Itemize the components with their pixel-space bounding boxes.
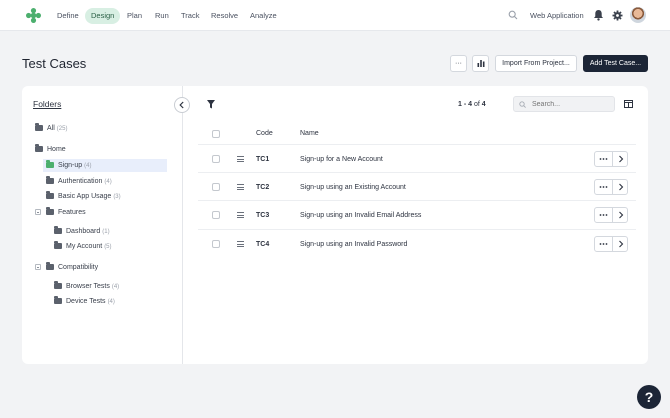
nav-define[interactable]: Define	[51, 8, 85, 24]
folder-icon	[46, 176, 54, 184]
test-case-code[interactable]: TC2	[256, 184, 269, 191]
drag-handle-icon[interactable]	[237, 241, 244, 247]
folder-icon	[54, 241, 62, 249]
folder-icon	[35, 123, 43, 131]
columns-icon[interactable]	[624, 100, 633, 108]
search-icon	[519, 101, 526, 108]
row-checkbox[interactable]	[212, 155, 220, 163]
search-input[interactable]	[513, 96, 615, 112]
folder-home[interactable]: Home	[35, 143, 66, 156]
folder-icon	[54, 226, 62, 234]
chevron-right-icon[interactable]	[613, 180, 629, 194]
row-checkbox[interactable]	[212, 240, 220, 248]
chevron-right-icon[interactable]	[613, 237, 629, 251]
help-button[interactable]: ?	[637, 385, 661, 409]
column-header-code[interactable]: Code	[256, 130, 273, 137]
folder-all[interactable]: All (25)	[35, 122, 67, 135]
project-selector[interactable]: Web Application	[530, 11, 584, 20]
row-checkbox[interactable]	[212, 183, 220, 191]
test-case-code[interactable]: TC4	[256, 241, 269, 248]
test-case-code[interactable]: TC3	[256, 212, 269, 219]
collapse-features-toggle[interactable]	[35, 209, 41, 215]
test-case-code[interactable]: TC1	[256, 156, 269, 163]
test-case-name[interactable]: Sign-up for a New Account	[300, 156, 383, 163]
folder-browser-tests[interactable]: Browser Tests (4)	[54, 280, 119, 293]
import-from-project-button[interactable]: Import From Project...	[495, 55, 577, 72]
folder-features[interactable]: Features	[46, 206, 86, 219]
filter-icon[interactable]	[207, 100, 215, 109]
more-options-icon[interactable]	[595, 152, 612, 166]
search-icon[interactable]	[508, 10, 518, 20]
folder-icon	[54, 281, 62, 289]
app-logo-icon[interactable]	[26, 8, 41, 23]
bell-icon[interactable]	[593, 9, 604, 21]
pane-divider[interactable]	[182, 86, 183, 364]
nav-run[interactable]: Run	[149, 8, 175, 24]
row-actions	[594, 151, 628, 167]
select-all-checkbox[interactable]	[212, 130, 220, 138]
drag-handle-icon[interactable]	[237, 184, 244, 190]
row-checkbox[interactable]	[212, 211, 220, 219]
chevron-right-icon[interactable]	[613, 152, 629, 166]
drag-handle-icon[interactable]	[237, 212, 244, 218]
reports-button[interactable]	[472, 55, 489, 72]
folder-device-tests[interactable]: Device Tests (4)	[54, 295, 115, 308]
folder-authentication[interactable]: Authentication (4)	[46, 175, 112, 188]
avatar[interactable]	[630, 7, 646, 23]
pagination-label: 1 - 4 of 4	[458, 101, 486, 108]
nav-design[interactable]: Design	[85, 8, 121, 24]
more-options-icon[interactable]	[595, 208, 612, 222]
more-options-icon[interactable]	[595, 180, 612, 194]
folder-icon	[46, 160, 54, 168]
row-divider	[198, 200, 636, 201]
collapse-compatibility-toggle[interactable]	[35, 264, 41, 270]
folders-title[interactable]: Folders	[33, 99, 61, 109]
nav-resolve[interactable]: Resolve	[205, 8, 244, 24]
folder-icon	[54, 296, 62, 304]
folder-icon	[46, 262, 54, 270]
row-actions	[594, 236, 628, 252]
folder-dashboard[interactable]: Dashboard (1)	[54, 225, 110, 238]
chevron-right-icon[interactable]	[613, 208, 629, 222]
more-options-icon[interactable]	[595, 237, 612, 251]
test-case-name[interactable]: Sign-up using an Invalid Email Address	[300, 212, 421, 219]
nav-plan[interactable]: Plan	[121, 8, 148, 24]
nav-track[interactable]: Track	[175, 8, 205, 24]
row-actions	[594, 179, 628, 195]
header-divider	[198, 144, 636, 145]
test-case-name[interactable]: Sign-up using an Invalid Password	[300, 241, 407, 248]
test-case-name[interactable]: Sign-up using an Existing Account	[300, 184, 406, 191]
page-title: Test Cases	[22, 56, 87, 71]
more-options-button[interactable]: ···	[450, 55, 467, 72]
collapse-folders-button[interactable]	[174, 97, 190, 113]
test-cases-panel: Folders All (25) Home Sign-up (4) Authenti…	[22, 86, 648, 364]
row-actions	[594, 207, 628, 223]
folder-icon	[35, 144, 43, 152]
top-nav: Define Design Plan Run Track Resolve Ana…	[0, 0, 670, 31]
folder-icon	[46, 207, 54, 215]
gear-icon[interactable]	[612, 10, 623, 21]
drag-handle-icon[interactable]	[237, 156, 244, 162]
nav-analyze[interactable]: Analyze	[244, 8, 283, 24]
folder-compatibility[interactable]: Compatibility	[46, 261, 98, 274]
add-test-case-button[interactable]: Add Test Case...	[583, 55, 648, 72]
row-divider	[198, 229, 636, 230]
folder-basic-app-usage[interactable]: Basic App Usage (3)	[46, 190, 121, 203]
chevron-left-icon	[179, 101, 184, 109]
column-header-name[interactable]: Name	[300, 130, 319, 137]
bar-chart-icon	[477, 60, 484, 67]
folder-icon	[46, 191, 54, 199]
row-divider	[198, 172, 636, 173]
folder-my-account[interactable]: My Account (5)	[54, 240, 112, 253]
folder-sign-up[interactable]: Sign-up (4)	[43, 159, 167, 172]
